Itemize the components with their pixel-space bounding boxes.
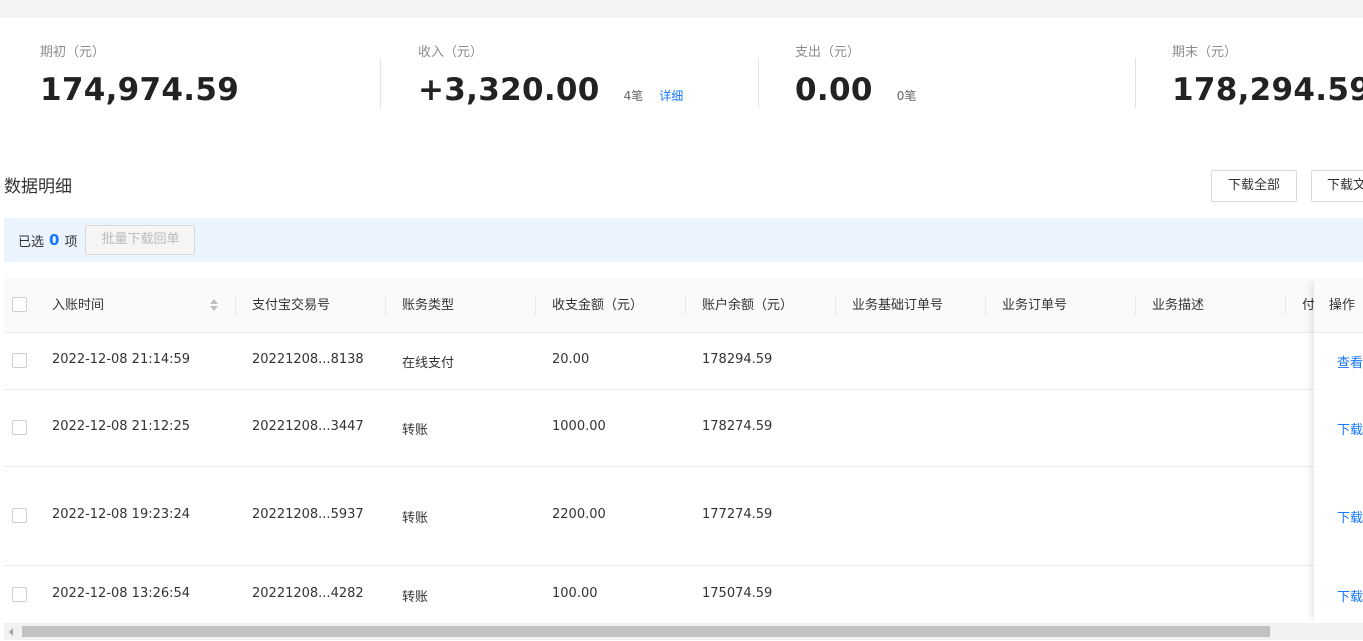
cell-amount: 1000.00 (552, 419, 606, 434)
stat-divider (758, 58, 759, 108)
download-link[interactable]: 下载 (1337, 419, 1363, 438)
cell-amount: 2200.00 (552, 507, 606, 522)
col-header-order-no: 业务订单号 (1002, 298, 1068, 313)
col-header-base-order-no: 业务基础订单号 (852, 298, 944, 313)
cell-trade-no: 20221208...4282 (252, 586, 364, 601)
cell-trade-no: 20221208...3447 (252, 419, 364, 434)
selection-count: 0 (49, 231, 60, 249)
closing-balance-label: 期末（元） (1172, 45, 1238, 60)
income-value: +3,320.00 (418, 72, 600, 108)
cell-type: 转账 (402, 511, 429, 526)
col-separator (985, 295, 986, 315)
cell-time: 2022-12-08 21:12:25 (52, 419, 191, 434)
income-label: 收入（元） (418, 45, 484, 60)
col-separator (385, 295, 386, 315)
cell-time: 2022-12-08 21:14:59 (52, 352, 191, 367)
expense-stat: 支出（元） 0.00 0笔 (795, 44, 916, 110)
action-column-header: 操作 (1314, 278, 1363, 333)
download-link[interactable]: 下载 (1337, 586, 1363, 605)
top-strip (0, 0, 1363, 18)
table-row[interactable]: 2022-12-08 21:14:59 20221208...8138 在线支付… (4, 333, 1363, 390)
col-header-amount: 收支金额（元） (552, 298, 644, 313)
col-separator (235, 295, 236, 315)
col-separator (685, 295, 686, 315)
col-separator (1135, 295, 1136, 315)
col-header-type: 账务类型 (402, 298, 455, 313)
table-row[interactable]: 2022-12-08 13:26:54 20221208...4282 转账 1… (4, 566, 1363, 623)
data-table: 入账时间 支付宝交易号 账务类型 收支金额（元） 账户余额（元） 业务基础订单号… (4, 278, 1363, 623)
closing-balance-stat: 期末（元） 178,294.59 (1172, 44, 1363, 110)
closing-balance-value: 178,294.59 (1172, 72, 1363, 108)
cell-balance: 177274.59 (702, 507, 773, 522)
col-header-balance: 账户余额（元） (702, 298, 794, 313)
summary-panel: 期初（元） 174,974.59 收入（元） +3,320.00 4笔 详细 支… (0, 18, 1363, 148)
income-detail-link[interactable]: 详细 (659, 87, 683, 104)
table-header: 入账时间 支付宝交易号 账务类型 收支金额（元） 账户余额（元） 业务基础订单号… (4, 278, 1363, 333)
opening-balance-value: 174,974.59 (40, 72, 240, 108)
row-checkbox[interactable] (12, 587, 27, 602)
scroll-left-arrow-icon[interactable] (9, 628, 13, 636)
col-header-description: 业务描述 (1152, 298, 1205, 313)
download-other-button[interactable]: 下载文 (1311, 170, 1363, 202)
scrollbar-thumb[interactable] (22, 626, 1270, 637)
cell-amount: 20.00 (552, 352, 590, 367)
cell-amount: 100.00 (552, 586, 598, 601)
stat-divider (1135, 58, 1136, 108)
cell-type: 转账 (402, 590, 429, 605)
income-stat: 收入（元） +3,320.00 4笔 详细 (418, 44, 683, 110)
stat-divider (380, 58, 381, 108)
expense-value: 0.00 (795, 72, 873, 108)
col-header-time[interactable]: 入账时间 (52, 278, 104, 333)
table-row[interactable]: 2022-12-08 21:12:25 20221208...3447 转账 1… (4, 390, 1363, 467)
row-checkbox[interactable] (12, 420, 27, 435)
action-header-label: 操作 (1329, 298, 1356, 313)
selection-suffix: 项 (64, 234, 78, 250)
table-row[interactable]: 2022-12-08 19:23:24 20221208...5937 转账 2… (4, 467, 1363, 566)
opening-balance-stat: 期初（元） 174,974.59 (40, 44, 239, 110)
cell-time: 2022-12-08 19:23:24 (52, 507, 191, 522)
col-separator (1285, 295, 1286, 315)
cell-trade-no: 20221208...8138 (252, 352, 364, 367)
col-separator (835, 295, 836, 315)
cell-balance: 175074.59 (702, 586, 773, 601)
col-header-trade-no: 支付宝交易号 (252, 298, 331, 313)
expense-count: 0笔 (896, 89, 917, 103)
expense-label: 支出（元） (795, 45, 861, 60)
cell-trade-no: 20221208...5937 (252, 507, 364, 522)
col-separator (535, 295, 536, 315)
section-title: 数据明细 (4, 177, 72, 197)
download-all-button[interactable]: 下载全部 (1211, 170, 1298, 202)
select-all-checkbox[interactable] (12, 297, 27, 312)
cell-balance: 178274.59 (702, 419, 773, 434)
opening-balance-label: 期初（元） (40, 45, 106, 60)
sort-icon[interactable] (209, 298, 219, 314)
view-link[interactable]: 查看 (1337, 352, 1363, 371)
batch-download-button[interactable]: 批量下载回单 (85, 225, 196, 255)
cell-balance: 178294.59 (702, 352, 773, 367)
download-link[interactable]: 下载 (1337, 507, 1363, 526)
action-column: 操作 查看 下载 下载 下载 (1314, 278, 1363, 623)
cell-type: 转账 (402, 423, 429, 438)
cell-time: 2022-12-08 13:26:54 (52, 586, 191, 601)
row-checkbox[interactable] (12, 353, 27, 368)
cell-type: 在线支付 (402, 356, 455, 371)
income-count: 4笔 (623, 89, 644, 103)
horizontal-scrollbar[interactable] (4, 623, 1363, 640)
row-checkbox[interactable] (12, 508, 27, 523)
selection-bar: 已选 0 项 批量下载回单 (4, 218, 1363, 262)
selection-prefix: 已选 (18, 234, 45, 250)
